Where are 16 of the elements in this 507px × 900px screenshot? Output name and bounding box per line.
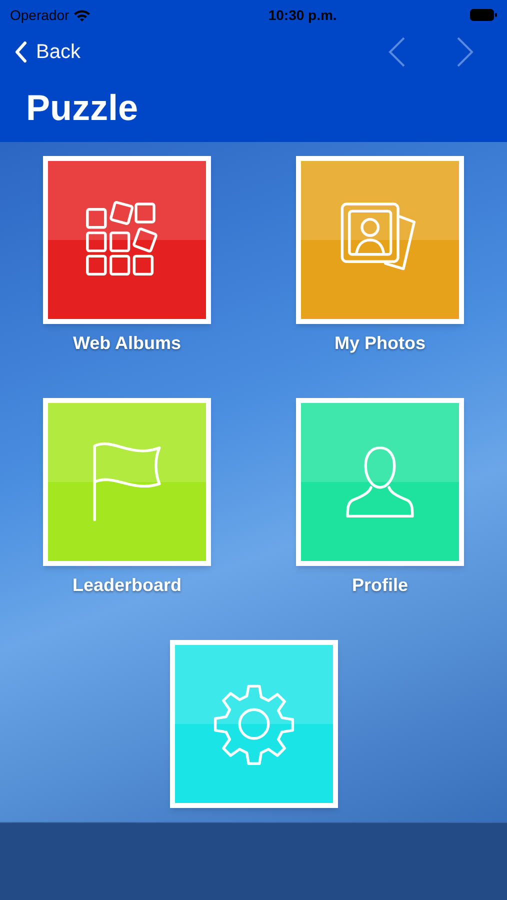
wifi-icon <box>73 8 92 22</box>
tile-button[interactable] <box>296 156 464 324</box>
battery-icon <box>470 9 497 21</box>
tile-label: Profile <box>352 574 408 597</box>
chevron-left-icon <box>14 41 28 63</box>
tile-button[interactable] <box>43 156 211 324</box>
tile-button[interactable] <box>43 398 211 566</box>
status-time: 10:30 p.m. <box>268 6 337 25</box>
tile-button[interactable] <box>296 398 464 566</box>
tile-label: Leaderboard <box>72 574 182 597</box>
tile-label: My Photos <box>334 332 426 355</box>
page-title: Puzzle <box>25 86 140 126</box>
tile-label: Web Albums <box>72 332 181 355</box>
back-button[interactable]: Back <box>14 37 80 67</box>
tile-button[interactable] <box>170 640 338 808</box>
carrier-name: Operador <box>10 6 70 25</box>
